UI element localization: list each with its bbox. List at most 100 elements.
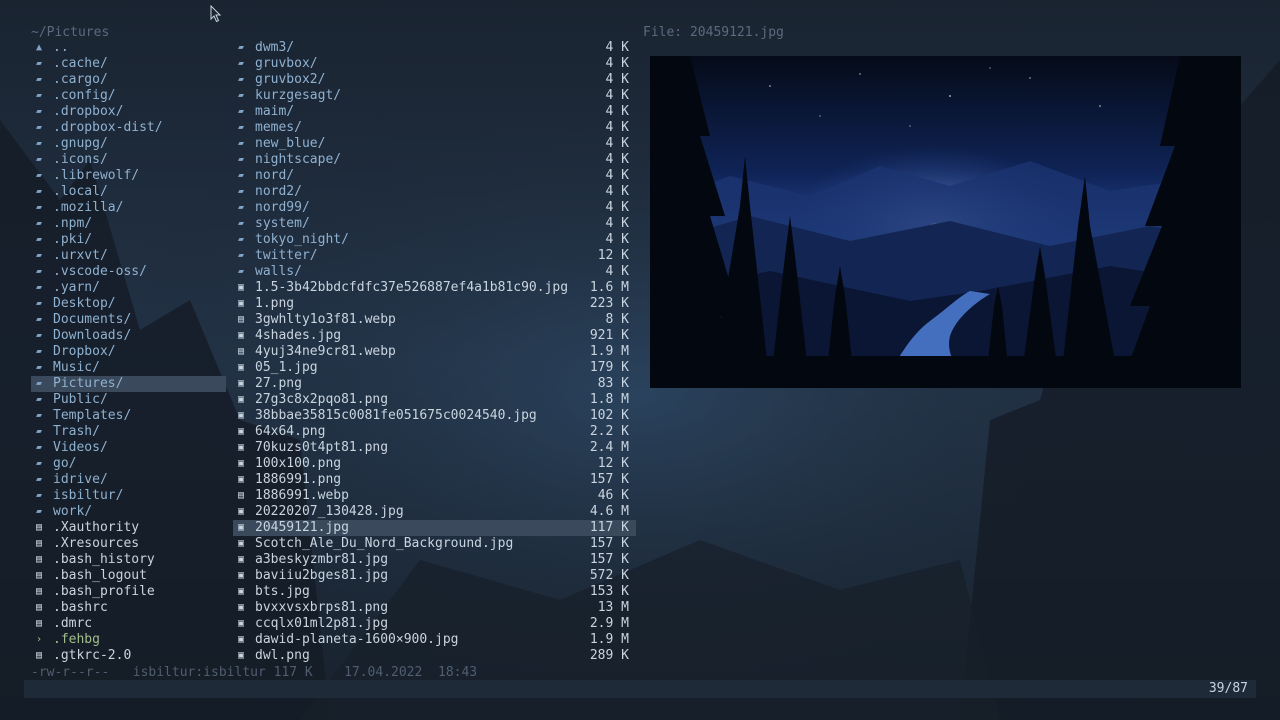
- parent-entry[interactable]: ▤ .bashrc: [31, 600, 226, 616]
- file-entry[interactable]: ▣ 20459121.jpg 117 K: [233, 520, 636, 536]
- parent-entry[interactable]: ▰ .local/: [31, 184, 226, 200]
- parent-entry[interactable]: ▲..: [31, 40, 226, 56]
- entry-size: 117 K: [589, 520, 629, 535]
- parent-entry[interactable]: ▤ .gtkrc-2.0: [31, 648, 226, 664]
- parent-entry[interactable]: ▰ .yarn/: [31, 280, 226, 296]
- file-entry[interactable]: ▣ Scotch_Ale_Du_Nord_Background.jpg 157 K: [233, 536, 636, 552]
- parent-entry[interactable]: ▰ .config/: [31, 88, 226, 104]
- file-entry[interactable]: ▰ twitter/12 K: [233, 248, 636, 264]
- entry-name: 20459121.jpg: [255, 520, 349, 535]
- parent-entry[interactable]: ▰ Desktop/: [31, 296, 226, 312]
- entry-size: 572 K: [589, 568, 629, 583]
- file-entry[interactable]: ▰ nightscape/4 K: [233, 152, 636, 168]
- entry-name: 100x100.png: [255, 456, 342, 471]
- parent-entry[interactable]: ▰ .npm/: [31, 216, 226, 232]
- parent-entry[interactable]: ▤ .bash_profile: [31, 584, 226, 600]
- file-entry[interactable]: ▣ 27.png 83 K: [233, 376, 636, 392]
- parent-entry[interactable]: ▤ .bash_history: [31, 552, 226, 568]
- entry-size: 13 M: [597, 600, 629, 615]
- file-entry[interactable]: ▣ baviiu2bges81.jpg 572 K: [233, 568, 636, 584]
- file-entry[interactable]: ▰ nord2/4 K: [233, 184, 636, 200]
- folder-icon: ▰: [35, 106, 43, 117]
- file-entry[interactable]: ▤ 4yuj34ne9cr81.webp 1.9 M: [233, 344, 636, 360]
- file-entry[interactable]: ▣ dawid-planeta-1600×900.jpg 1.9 M: [233, 632, 636, 648]
- parent-entry[interactable]: ▰ Videos/: [31, 440, 226, 456]
- folder-icon: ▰: [35, 442, 43, 453]
- parent-entry[interactable]: ▤ .bash_logout: [31, 568, 226, 584]
- parent-entry[interactable]: ▰ .icons/: [31, 152, 226, 168]
- parent-entry[interactable]: › .fehbg: [31, 632, 226, 648]
- parent-entry[interactable]: ▰ idrive/: [31, 472, 226, 488]
- file-entry[interactable]: ▣ 1.5-3b42bbdcfdfc37e526887ef4a1b81c90.jp…: [233, 280, 636, 296]
- file-entry[interactable]: ▰ kurzgesagt/4 K: [233, 88, 636, 104]
- folder-icon: ▰: [237, 42, 245, 53]
- file-entry[interactable]: ▣ 1.png 223 K: [233, 296, 636, 312]
- parent-entry[interactable]: ▰ Templates/: [31, 408, 226, 424]
- parent-entry[interactable]: ▰ Downloads/: [31, 328, 226, 344]
- file-entry[interactable]: ▣ bts.jpg 153 K: [233, 584, 636, 600]
- parent-entry[interactable]: ▰ .gnupg/: [31, 136, 226, 152]
- parent-entry[interactable]: ▤ .Xauthority: [31, 520, 226, 536]
- file-entry[interactable]: ▰ nord/4 K: [233, 168, 636, 184]
- file-entry[interactable]: ▰ memes/4 K: [233, 120, 636, 136]
- file-entry[interactable]: ▣ 4shades.jpg 921 K: [233, 328, 636, 344]
- parent-entry[interactable]: ▰ .cache/: [31, 56, 226, 72]
- parent-entry[interactable]: ▰ .mozilla/: [31, 200, 226, 216]
- file-entry[interactable]: ▣ 05_1.jpg 179 K: [233, 360, 636, 376]
- folder-icon: ▰: [35, 458, 43, 469]
- entry-name: .cache/: [53, 56, 108, 71]
- image-file-icon: ▣: [237, 586, 245, 597]
- parent-entry[interactable]: ▰ work/: [31, 504, 226, 520]
- parent-entry[interactable]: ▰ Music/: [31, 360, 226, 376]
- file-entry[interactable]: ▣ 20220207_130428.jpg 4.6 M: [233, 504, 636, 520]
- file-entry[interactable]: ▰ dwm3/4 K: [233, 40, 636, 56]
- parent-entry[interactable]: ▰ .dropbox-dist/: [31, 120, 226, 136]
- file-entry[interactable]: ▰ gruvbox2/4 K: [233, 72, 636, 88]
- parent-entry[interactable]: ▰ .cargo/: [31, 72, 226, 88]
- image-file-icon: ▣: [237, 426, 245, 437]
- parent-entry[interactable]: ▤ .Xresources: [31, 536, 226, 552]
- parent-entry[interactable]: ▰ .librewolf/: [31, 168, 226, 184]
- parent-entry[interactable]: ▰ .urxvt/: [31, 248, 226, 264]
- parent-entry[interactable]: ▰ isbiltur/: [31, 488, 226, 504]
- entry-size: 157 K: [589, 536, 629, 551]
- parent-entry[interactable]: ▰ Public/: [31, 392, 226, 408]
- file-entry[interactable]: ▰ tokyo_night/4 K: [233, 232, 636, 248]
- image-file-icon: ▣: [237, 474, 245, 485]
- file-entry[interactable]: ▤ 1886991.webp 46 K: [233, 488, 636, 504]
- file-entry[interactable]: ▣ bvxxvsxbrps81.png 13 M: [233, 600, 636, 616]
- entry-name: .dmrc: [53, 616, 93, 631]
- parent-entry[interactable]: ▰ Trash/: [31, 424, 226, 440]
- parent-entry[interactable]: ▤ .dmrc: [31, 616, 226, 632]
- file-entry[interactable]: ▣ 1886991.png 157 K: [233, 472, 636, 488]
- file-entry[interactable]: ▰ system/4 K: [233, 216, 636, 232]
- file-entry[interactable]: ▰ new_blue/4 K: [233, 136, 636, 152]
- parent-entry[interactable]: ▰ .vscode-oss/: [31, 264, 226, 280]
- entry-name: 1.5-3b42bbdcfdfc37e526887ef4a1b81c90.jpg: [255, 280, 569, 295]
- folder-icon: ▰: [237, 186, 245, 197]
- file-entry[interactable]: ▣ dwl.png 289 K: [233, 648, 636, 664]
- file-entry[interactable]: ▣ 38bbae35815c0081fe051675c0024540.jpg 102…: [233, 408, 636, 424]
- image-file-icon: ▣: [237, 554, 245, 565]
- parent-entry[interactable]: ▰ Documents/: [31, 312, 226, 328]
- entry-size: 4 K: [605, 104, 629, 119]
- file-entry[interactable]: ▰ gruvbox/4 K: [233, 56, 636, 72]
- parent-entry[interactable]: ▰ .pki/: [31, 232, 226, 248]
- file-entry[interactable]: ▣ 70kuzs0t4pt81.png 2.4 M: [233, 440, 636, 456]
- file-entry[interactable]: ▰ nord99/4 K: [233, 200, 636, 216]
- file-entry[interactable]: ▣ 64x64.png 2.2 K: [233, 424, 636, 440]
- parent-entry[interactable]: ▰ .dropbox/: [31, 104, 226, 120]
- parent-entry[interactable]: ▰ Pictures/: [31, 376, 226, 392]
- folder-icon: ▰: [35, 202, 43, 213]
- file-entry[interactable]: ▤ 3gwhlty1o3f81.webp 8 K: [233, 312, 636, 328]
- parent-entry[interactable]: ▰ go/: [31, 456, 226, 472]
- entry-name: gruvbox2/: [255, 72, 326, 87]
- file-entry[interactable]: ▣ a3beskyzmbr81.jpg 157 K: [233, 552, 636, 568]
- file-entry[interactable]: ▰ maim/4 K: [233, 104, 636, 120]
- parent-entry[interactable]: ▰ Dropbox/: [31, 344, 226, 360]
- file-entry[interactable]: ▣ ccqlx01ml2p81.jpg 2.9 M: [233, 616, 636, 632]
- image-file-icon: ▣: [237, 298, 245, 309]
- file-entry[interactable]: ▣ 27g3c8x2pqo81.png 1.8 M: [233, 392, 636, 408]
- file-entry[interactable]: ▰ walls/4 K: [233, 264, 636, 280]
- file-entry[interactable]: ▣ 100x100.png 12 K: [233, 456, 636, 472]
